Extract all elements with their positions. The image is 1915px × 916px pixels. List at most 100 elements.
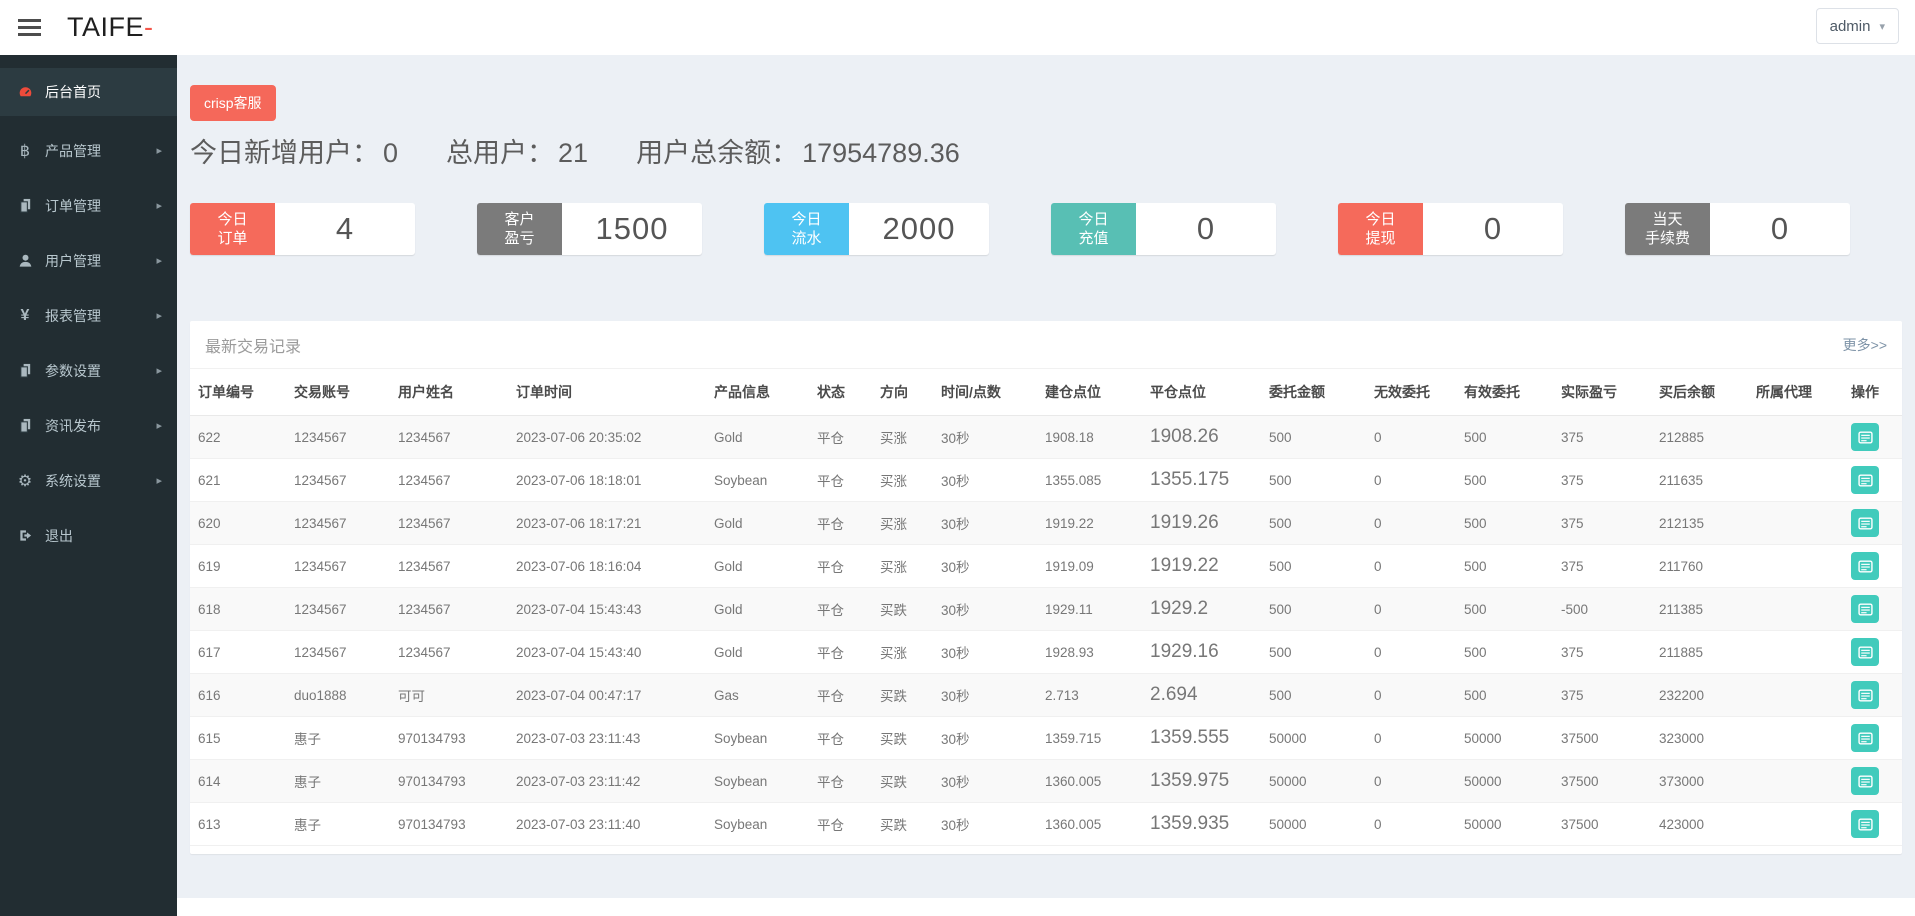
cell-valid: 500 xyxy=(1456,459,1553,502)
cell-valid: 50000 xyxy=(1456,717,1553,760)
table-body: 622123456712345672023-07-06 20:35:02Gold… xyxy=(190,416,1902,846)
cell-invalid: 0 xyxy=(1366,760,1456,803)
stat-card-value: 4 xyxy=(275,203,415,255)
cell-amount: 500 xyxy=(1261,674,1366,717)
cell-agent xyxy=(1748,545,1843,588)
column-header: 无效委托 xyxy=(1366,369,1456,416)
sidebar-item-users[interactable]: 用户管理▸ xyxy=(0,233,177,288)
sidebar-item-label: 退出 xyxy=(45,526,73,546)
cell-open: 2.713 xyxy=(1037,674,1142,717)
column-header: 订单时间 xyxy=(508,369,706,416)
cell-account: 惠子 xyxy=(286,717,390,760)
cell-id: 617 xyxy=(190,631,286,674)
cell-close: 1359.555 xyxy=(1142,717,1261,760)
cell-profit: 37500 xyxy=(1553,803,1651,846)
column-header: 委托金额 xyxy=(1261,369,1366,416)
view-order-button[interactable] xyxy=(1851,466,1879,494)
table-row: 622123456712345672023-07-06 20:35:02Gold… xyxy=(190,416,1902,459)
stat-card-5: 当天手续费0 xyxy=(1625,203,1850,255)
sidebar-item-params[interactable]: 参数设置▸ xyxy=(0,343,177,398)
cell-product: Soybean xyxy=(706,760,809,803)
cell-balance: 423000 xyxy=(1651,803,1748,846)
cell-product: Gold xyxy=(706,416,809,459)
gears-icon: ⚙ xyxy=(15,472,35,489)
cell-name: 1234567 xyxy=(390,631,508,674)
cell-agent xyxy=(1748,459,1843,502)
cell-balance: 373000 xyxy=(1651,760,1748,803)
view-order-button[interactable] xyxy=(1851,595,1879,623)
stat-card-value: 1500 xyxy=(562,203,702,255)
order-detail-icon xyxy=(1858,559,1873,574)
cell-direction: 买涨 xyxy=(872,502,933,545)
crisp-support-button[interactable]: crisp客服 xyxy=(190,85,276,121)
sidebar-item-news[interactable]: 资讯发布▸ xyxy=(0,398,177,453)
sidebar-item-logout[interactable]: 退出 xyxy=(0,508,177,563)
cell-open: 1919.22 xyxy=(1037,502,1142,545)
dashboard-icon xyxy=(15,84,35,101)
view-order-button[interactable] xyxy=(1851,681,1879,709)
column-header: 建仓点位 xyxy=(1037,369,1142,416)
files-icon xyxy=(15,417,35,434)
view-order-button[interactable] xyxy=(1851,638,1879,666)
cell-balance: 211760 xyxy=(1651,545,1748,588)
cell-profit: 375 xyxy=(1553,459,1651,502)
cell-period: 30秒 xyxy=(933,717,1037,760)
sidebar-item-reports[interactable]: ¥报表管理▸ xyxy=(0,288,177,343)
cell-id: 622 xyxy=(190,416,286,459)
cell-product: Soybean xyxy=(706,459,809,502)
cell-close: 1908.26 xyxy=(1142,416,1261,459)
view-order-button[interactable] xyxy=(1851,552,1879,580)
cell-name: 1234567 xyxy=(390,502,508,545)
cell-name: 970134793 xyxy=(390,803,508,846)
cell-valid: 500 xyxy=(1456,545,1553,588)
view-order-button[interactable] xyxy=(1851,767,1879,795)
sidebar: 后台首页 ฿ 产品管理 ▸ 订单管理▸用户管理▸¥报表管理▸参数设置▸资讯发布▸⚙系统设… xyxy=(0,55,177,916)
column-header: 状态 xyxy=(809,369,872,416)
chevron-right-icon: ▸ xyxy=(156,254,162,267)
cell-valid: 500 xyxy=(1456,674,1553,717)
order-detail-icon xyxy=(1858,602,1873,617)
cell-time: 2023-07-03 23:11:40 xyxy=(508,803,706,846)
cell-valid: 500 xyxy=(1456,631,1553,674)
sidebar-item-label: 产品管理 xyxy=(45,141,101,161)
sidebar-item-orders[interactable]: 订单管理▸ xyxy=(0,178,177,233)
more-link[interactable]: 更多>> xyxy=(1843,335,1887,355)
chevron-right-icon: ▸ xyxy=(156,474,162,487)
cell-profit: 37500 xyxy=(1553,717,1651,760)
view-order-button[interactable] xyxy=(1851,509,1879,537)
sidebar-item-system[interactable]: ⚙系统设置▸ xyxy=(0,453,177,508)
cell-period: 30秒 xyxy=(933,459,1037,502)
cell-amount: 50000 xyxy=(1261,760,1366,803)
view-order-button[interactable] xyxy=(1851,724,1879,752)
user-menu-dropdown[interactable]: admin ▾ xyxy=(1816,8,1899,44)
cell-period: 30秒 xyxy=(933,760,1037,803)
cell-close: 1919.26 xyxy=(1142,502,1261,545)
column-header: 实际盈亏 xyxy=(1553,369,1651,416)
files-icon xyxy=(15,362,35,379)
column-header: 买后余额 xyxy=(1651,369,1748,416)
cell-profit: 375 xyxy=(1553,416,1651,459)
cell-valid: 50000 xyxy=(1456,760,1553,803)
order-detail-icon xyxy=(1858,430,1873,445)
total-balance-stat: 用户总余额： 17954789.36 xyxy=(636,131,960,170)
stat-card-label: 今日订单 xyxy=(190,203,275,255)
cell-direction: 买涨 xyxy=(872,459,933,502)
latest-trades-panel: 最新交易记录 更多>> 订单编号交易账号用户姓名订单时间产品信息状态方向时间/点… xyxy=(190,321,1902,854)
cell-agent xyxy=(1748,674,1843,717)
hamburger-menu-icon[interactable] xyxy=(14,9,45,46)
cell-amount: 50000 xyxy=(1261,803,1366,846)
sidebar-item-products[interactable]: ฿产品管理▸ xyxy=(0,123,177,178)
cell-id: 615 xyxy=(190,717,286,760)
view-order-button[interactable] xyxy=(1851,810,1879,838)
files-icon xyxy=(15,197,35,214)
sidebar-item-home[interactable]: 后台首页 xyxy=(0,68,177,116)
cell-name: 1234567 xyxy=(390,416,508,459)
cell-direction: 买涨 xyxy=(872,631,933,674)
view-order-button[interactable] xyxy=(1851,423,1879,451)
cell-time: 2023-07-03 23:11:43 xyxy=(508,717,706,760)
bitcoin-icon: ฿ xyxy=(15,142,35,159)
table-row: 618123456712345672023-07-04 15:43:43Gold… xyxy=(190,588,1902,631)
cell-close: 1929.16 xyxy=(1142,631,1261,674)
cell-id: 618 xyxy=(190,588,286,631)
cell-id: 614 xyxy=(190,760,286,803)
